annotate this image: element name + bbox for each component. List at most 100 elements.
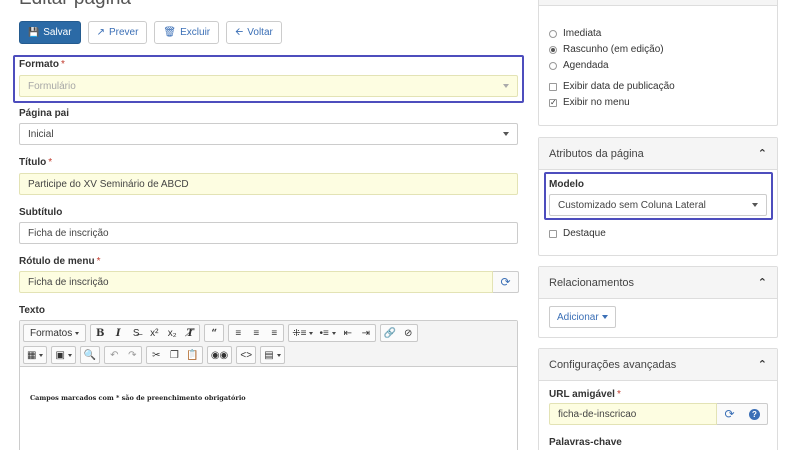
find-group: 🔍 [79, 346, 101, 364]
sync-button[interactable]: ⟳ [493, 271, 519, 293]
refresh-icon: ⟳ [500, 275, 511, 289]
back-button-label: Voltar [247, 27, 273, 38]
outdent-icon[interactable]: ⇤ [339, 325, 357, 341]
required-mark: * [61, 59, 65, 70]
question-icon: ? [749, 408, 760, 420]
text-style-group: B I S̶ x² x₂ T̸ [90, 324, 201, 342]
formato-select[interactable]: Formulário [19, 75, 518, 97]
delete-button-label: Excluir [180, 27, 211, 38]
align-right-icon[interactable]: ≡ [265, 325, 283, 341]
formats-dropdown[interactable]: Formatos [24, 325, 85, 341]
required-mark: * [96, 256, 101, 267]
subscript-icon[interactable]: x₂ [163, 325, 181, 341]
formats-dropdown-label: Formatos [30, 327, 73, 339]
numbered-list-icon[interactable]: ⁜≡ [289, 325, 316, 341]
titulo-label: Título * [19, 157, 52, 168]
destaque-checkbox[interactable]: Destaque [549, 228, 606, 239]
url-help-button[interactable]: ? [742, 403, 768, 425]
preview-button[interactable]: ↗ Prever [87, 21, 148, 44]
pagina-pai-label: Página pai [19, 108, 70, 119]
cut-icon[interactable]: ✂ [147, 347, 165, 363]
option-exibir-menu[interactable]: ✓ Exibir no menu [549, 97, 630, 108]
link-icon[interactable]: 🔗 [381, 325, 399, 341]
relations-panel-title: Relacionamentos [549, 276, 634, 289]
trash-icon: 🗑 [163, 26, 177, 38]
bold-icon[interactable]: B [91, 325, 109, 341]
search-replace-icon[interactable]: 🔍 [81, 347, 99, 363]
strikethrough-icon[interactable]: S̶ [127, 325, 145, 341]
option-imediata[interactable]: Imediata [549, 28, 601, 39]
template-icon[interactable]: ▤ [261, 347, 283, 363]
arrow-left-icon: 🡨 [235, 26, 244, 38]
option-label: Imediata [563, 28, 602, 39]
save-button[interactable]: 💾 Salvar [19, 21, 81, 44]
blockquote-group: “ [204, 324, 225, 342]
source-code-icon[interactable]: <> [237, 347, 255, 363]
pagina-pai-select[interactable]: Inicial [19, 123, 518, 145]
relations-panel-header[interactable]: Relacionamentos ⌃ [539, 267, 777, 299]
superscript-icon[interactable]: x² [145, 325, 163, 341]
chevron-down-icon [503, 132, 509, 136]
bullet-list-icon[interactable]: •≡ [316, 325, 338, 341]
media-icon[interactable]: ▣ [52, 347, 74, 363]
media-group: ▣ [51, 346, 76, 364]
modelo-select[interactable]: Customizado sem Coluna Lateral [549, 194, 767, 216]
refresh-icon: ⟳ [724, 407, 735, 421]
formato-placeholder: Formulário [28, 80, 76, 92]
url-label-text: URL amigável [549, 389, 615, 400]
subtitulo-input[interactable]: Ficha de inscrição [19, 222, 518, 244]
url-sync-button[interactable]: ⟳ [717, 403, 743, 425]
editor-toolbar: Formatos B I S̶ x² x₂ T̸ “ ≡ ≡ ≡ ⁜≡ •≡ ⇤ [20, 321, 517, 367]
radio-checked-icon [549, 45, 557, 54]
option-agendada[interactable]: Agendada [549, 60, 609, 71]
titulo-value: Participe do XV Seminário de ABCD [28, 178, 189, 190]
paste-icon[interactable]: 📋 [183, 347, 201, 363]
align-left-icon[interactable]: ≡ [229, 325, 247, 341]
radio-icon [549, 29, 557, 38]
required-mark: * [48, 157, 53, 168]
remove-format-icon[interactable]: T̸ [181, 325, 199, 341]
modelo-value: Customizado sem Coluna Lateral [558, 199, 706, 211]
chevron-down-icon [503, 84, 509, 88]
option-rascunho[interactable]: Rascunho (em edição) [549, 44, 664, 55]
undo-icon[interactable]: ↶ [105, 347, 123, 363]
attributes-panel-header[interactable]: Atributos da página ⌃ [539, 138, 777, 170]
formats-group: Formatos [23, 324, 87, 342]
required-mark: * [616, 389, 621, 400]
delete-button[interactable]: 🗑 Excluir [154, 21, 220, 44]
floppy-disk-icon: 💾 [28, 27, 40, 37]
rotulo-menu-input[interactable]: Ficha de inscrição [19, 271, 493, 293]
blockquote-icon[interactable]: “ [205, 325, 223, 341]
url-input[interactable]: ficha-de-inscricao [549, 403, 717, 425]
option-exibir-data[interactable]: Exibir data de publicação [549, 81, 675, 92]
table-group: ▦ [23, 346, 48, 364]
chevron-up-icon: ⌃ [757, 148, 767, 160]
option-label: Exibir data de publicação [563, 81, 675, 92]
rich-text-editor[interactable]: Formatos B I S̶ x² x₂ T̸ “ ≡ ≡ ≡ ⁜≡ •≡ ⇤ [19, 320, 518, 450]
unlink-icon[interactable]: ⊘ [399, 325, 417, 341]
checkbox-icon [549, 82, 557, 91]
back-button[interactable]: 🡨 Voltar [226, 21, 282, 44]
editor-content[interactable]: Campos marcados com * são de preenchimen… [30, 394, 246, 402]
table-icon[interactable]: ▦ [24, 347, 46, 363]
url-label: URL amigável * [549, 389, 621, 400]
option-label: Rascunho (em edição) [563, 44, 664, 55]
indent-icon[interactable]: ⇥ [357, 325, 375, 341]
attributes-panel-title: Atributos da página [549, 147, 644, 160]
checkbox-icon [549, 229, 557, 238]
link-group: 🔗 ⊘ [379, 324, 419, 342]
align-group: ≡ ≡ ≡ [228, 324, 285, 342]
copy-icon[interactable]: ❐ [165, 347, 183, 363]
preview-button-label: Prever [108, 27, 139, 38]
texto-label: Texto [19, 305, 45, 316]
external-link-icon: ↗ [96, 26, 105, 38]
relations-panel: Relacionamentos ⌃ Adicionar [538, 266, 778, 338]
binoculars-icon[interactable]: ◉◉ [208, 347, 231, 363]
italic-icon[interactable]: I [109, 325, 127, 341]
redo-icon[interactable]: ↷ [123, 347, 141, 363]
titulo-input[interactable]: Participe do XV Seminário de ABCD [19, 173, 518, 195]
align-center-icon[interactable]: ≡ [247, 325, 265, 341]
add-relation-button[interactable]: Adicionar [549, 306, 616, 328]
add-relation-label: Adicionar [557, 311, 599, 323]
advanced-panel-header[interactable]: Configurações avançadas ⌃ [539, 349, 777, 381]
